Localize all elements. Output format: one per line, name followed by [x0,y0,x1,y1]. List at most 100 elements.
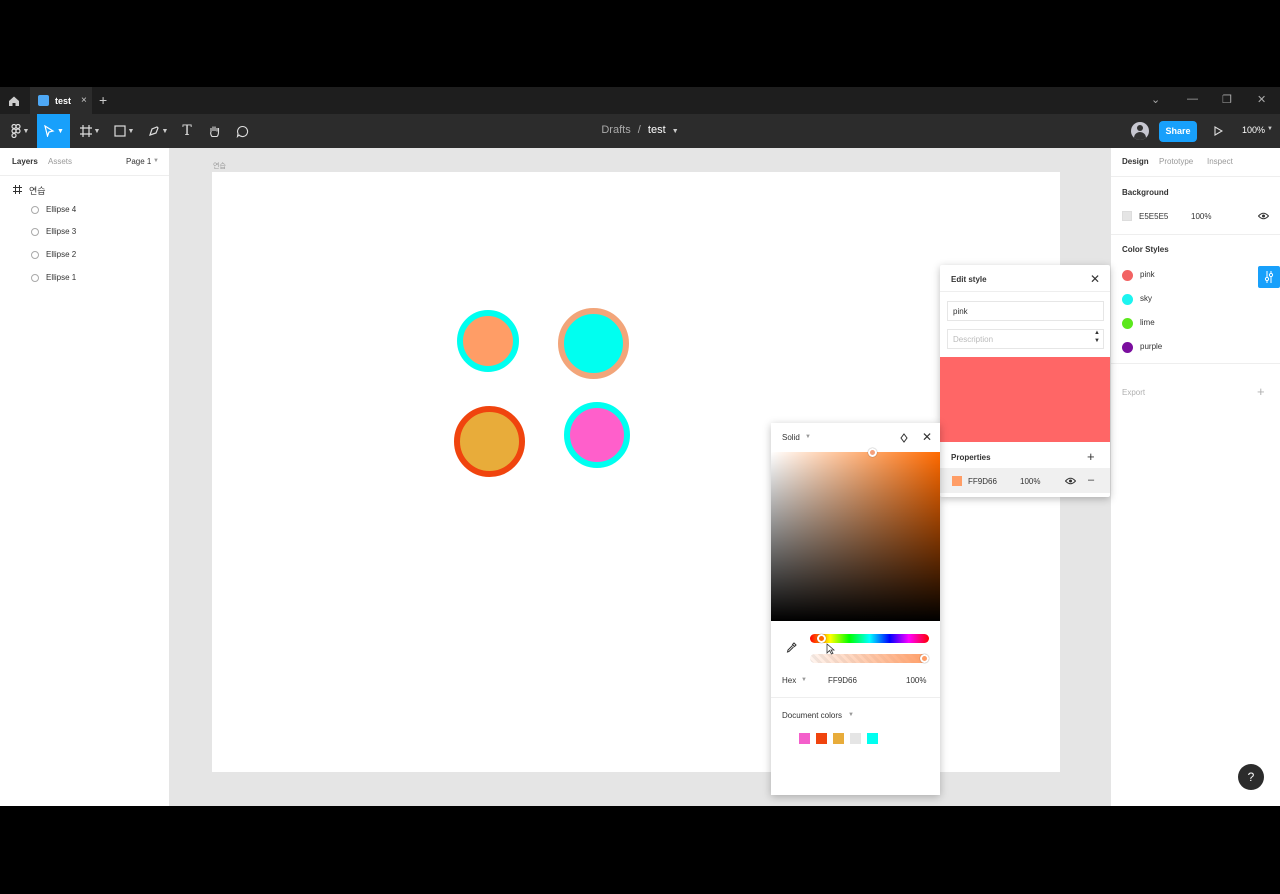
paint-type-select[interactable]: Solid [782,433,800,442]
opacity-input[interactable]: 100% [906,676,926,685]
opacity-handle[interactable] [920,654,929,663]
close-icon[interactable]: ✕ [1090,272,1100,286]
fill-swatch[interactable] [952,476,962,486]
tab-inspect[interactable]: Inspect [1207,157,1233,166]
document-color-swatch[interactable] [799,733,810,744]
breadcrumb-file-name[interactable]: test [648,124,666,136]
remove-fill-icon[interactable]: – [1088,474,1094,486]
zoom-level[interactable]: 100% [1242,125,1265,135]
style-diamond-icon[interactable] [900,433,908,443]
chevron-down-icon[interactable]: ▼ [672,128,679,135]
edit-style-button[interactable] [1258,266,1280,288]
frame-label[interactable]: 연습 [213,161,226,171]
color-style-swatch [1122,342,1133,353]
tab-design[interactable]: Design [1122,157,1149,166]
document-color-swatch[interactable] [867,733,878,744]
breadcrumb: Drafts / test ▼ [0,124,1280,136]
color-style-lime[interactable]: lime [1122,316,1272,332]
restore-icon[interactable]: ❐ [1222,93,1232,106]
sv-handle[interactable] [868,448,877,457]
background-swatch[interactable] [1122,211,1132,221]
style-description-input[interactable]: Description [947,329,1104,349]
hex-input[interactable]: FF9D66 [828,676,857,685]
design-panel: Design Prototype Inspect Background E5E5… [1110,148,1280,806]
color-style-pink[interactable]: pink [1122,268,1272,284]
color-picker: Solid ▼ ✕ Hex ▼ FF9D66 100% Document col… [771,423,940,795]
figma-file-icon [38,95,49,106]
ellipse-icon [31,228,39,236]
hue-handle[interactable] [817,634,826,643]
share-button[interactable]: Share [1159,121,1197,142]
layer-label: Ellipse 1 [46,273,77,282]
new-tab-icon[interactable]: + [99,92,107,108]
opacity-slider[interactable] [810,654,929,663]
layer-label: 연습 [29,186,46,196]
eyedropper-icon[interactable] [786,642,797,653]
fill-row[interactable]: FF9D66 100% – [940,468,1110,493]
ellipse-1[interactable] [457,310,519,372]
frame-icon [13,185,22,194]
tab-assets[interactable]: Assets [48,157,72,166]
chevron-down-icon[interactable]: ▼ [1267,126,1273,132]
color-style-purple[interactable]: purple [1122,340,1272,356]
chevron-down-icon[interactable]: ▼ [801,677,807,683]
avatar[interactable] [1131,122,1149,140]
color-style-label: purple [1140,342,1163,351]
saturation-brightness-area[interactable] [771,452,940,621]
tab-prototype[interactable]: Prototype [1159,157,1193,166]
fill-hex[interactable]: FF9D66 [968,477,997,486]
close-tab-icon[interactable]: × [81,95,87,106]
background-hex[interactable]: E5E5E5 [1139,212,1168,221]
add-property-icon[interactable]: + [1087,449,1095,464]
minimize-icon[interactable]: — [1187,93,1198,105]
add-export-icon[interactable]: + [1257,384,1265,399]
present-play-icon[interactable] [1214,126,1223,136]
document-colors-label[interactable]: Document colors [782,711,842,720]
help-button[interactable]: ? [1238,764,1264,790]
document-color-swatch[interactable] [850,733,861,744]
style-name-input[interactable]: pink [947,301,1104,321]
color-style-label: lime [1140,318,1155,327]
ellipse-icon [31,251,39,259]
close-icon[interactable]: ✕ [922,430,932,444]
color-styles-title: Color Styles [1122,245,1169,254]
layer-ellipse-1[interactable]: Ellipse 1 [0,267,170,289]
layer-ellipse-3[interactable]: Ellipse 3 [0,221,170,243]
chevron-down-icon[interactable]: ▼ [848,712,854,718]
eye-icon[interactable] [1258,212,1269,220]
home-icon[interactable] [6,93,22,109]
chevron-down-icon[interactable]: ▼ [153,158,159,164]
adjust-icon [1264,271,1274,283]
right-panel-tabs: Design Prototype Inspect [1111,148,1280,176]
edit-style-dialog: Edit style ✕ pink Description ▲ ▼ Propert… [940,265,1110,497]
tab-layers[interactable]: Layers [12,157,38,166]
ellipse-4[interactable] [564,402,630,468]
eye-icon[interactable] [1065,477,1076,485]
ellipse-icon [31,206,39,214]
figma-app: test × + ⌄ — ❐ ✕ ▼ ▼ ▼ ▼ ▼ T Drafts / te… [0,87,1280,806]
layer-ellipse-4[interactable]: Ellipse 4 [0,199,170,221]
chevron-down-icon[interactable]: ▼ [805,434,811,440]
file-tab[interactable]: test × [30,87,92,114]
color-style-label: sky [1140,294,1152,303]
window-close-icon[interactable]: ✕ [1257,93,1266,106]
layer-frame[interactable]: 연습 [0,179,170,201]
mouse-cursor-icon [826,643,835,655]
ellipse-3[interactable] [454,406,525,477]
fill-opacity[interactable]: 100% [1020,477,1040,486]
color-format-select[interactable]: Hex [782,676,796,685]
layer-ellipse-2[interactable]: Ellipse 2 [0,244,170,266]
background-opacity[interactable]: 100% [1191,212,1211,221]
stepper-icon[interactable]: ▲ ▼ [1094,329,1100,345]
color-style-swatch [1122,294,1133,305]
more-tabs-icon[interactable]: ⌄ [1151,93,1160,106]
document-color-swatch[interactable] [833,733,844,744]
color-style-sky[interactable]: sky [1122,292,1272,308]
document-color-swatch[interactable] [816,733,827,744]
page-selector[interactable]: Page 1 [126,157,151,166]
hue-slider[interactable] [810,634,929,643]
ellipse-2[interactable] [558,308,629,379]
breadcrumb-drafts[interactable]: Drafts [601,124,630,136]
properties-title: Properties [951,453,991,462]
background-title: Background [1122,188,1169,197]
